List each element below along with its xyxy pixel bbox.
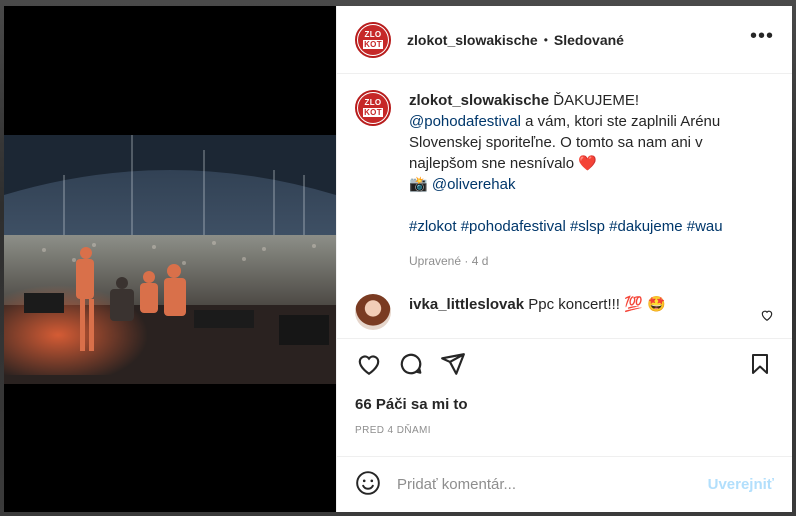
caption-username[interactable]: zlokot_slowakische bbox=[409, 92, 549, 109]
comment-text: ivka_littleslovak Ppc koncert!!! 💯 🤩 bbox=[409, 294, 666, 315]
bookmark-icon[interactable] bbox=[746, 350, 774, 378]
comment-body: Ppc koncert!!! 💯 🤩 bbox=[528, 296, 666, 313]
post-header: ZLO KOT zlokot_slowakische • Sledované •… bbox=[337, 6, 792, 74]
zlokot-logo: ZLO KOT bbox=[358, 24, 388, 55]
comment-icon[interactable] bbox=[397, 350, 425, 378]
separator-dot: • bbox=[543, 32, 548, 47]
share-icon[interactable] bbox=[439, 350, 467, 378]
caption: ZLO KOT zlokot_slowakische ĎAKUJEME! @po… bbox=[355, 90, 774, 272]
caption-text: zlokot_slowakische ĎAKUJEME! @pohodafest… bbox=[409, 90, 769, 272]
red-heart-emoji: ❤️ bbox=[578, 155, 597, 172]
camera-emoji: 📸 bbox=[409, 176, 428, 193]
likes-count[interactable]: 66 Páči sa mi to bbox=[337, 388, 792, 413]
hashtag-dakujeme[interactable]: #dakujeme bbox=[609, 218, 682, 235]
smiley-icon[interactable] bbox=[355, 470, 381, 499]
commenter-avatar[interactable] bbox=[355, 294, 391, 330]
comment-input[interactable] bbox=[397, 476, 708, 493]
post-modal: ZLO KOT zlokot_slowakische • Sledované •… bbox=[4, 6, 792, 512]
comments-list[interactable]: ZLO KOT zlokot_slowakische ĎAKUJEME! @po… bbox=[337, 74, 792, 338]
following-button[interactable]: Sledované bbox=[554, 32, 624, 48]
post-sidebar: ZLO KOT zlokot_slowakische • Sledované •… bbox=[336, 6, 792, 512]
zlokot-logo: ZLO KOT bbox=[358, 93, 388, 123]
author-username[interactable]: zlokot_slowakische bbox=[407, 32, 538, 48]
post-comment-button[interactable]: Uverejniť bbox=[708, 476, 774, 493]
heart-icon[interactable] bbox=[355, 350, 383, 378]
caption-meta: Upravené · 4 d bbox=[409, 254, 489, 268]
hashtag-wau[interactable]: #wau bbox=[687, 218, 723, 235]
comment-item: ivka_littleslovak Ppc koncert!!! 💯 🤩 bbox=[355, 294, 774, 330]
action-bar bbox=[337, 338, 792, 388]
more-icon[interactable]: ••• bbox=[750, 26, 774, 49]
mention-oliverehak[interactable]: @oliverehak bbox=[432, 176, 516, 193]
hashtag-pohodafestival[interactable]: #pohodafestival bbox=[461, 218, 566, 235]
caption-lead: ĎAKUJEME! bbox=[553, 92, 640, 109]
comment-username[interactable]: ivka_littleslovak bbox=[409, 296, 524, 313]
post-photo[interactable] bbox=[4, 135, 336, 384]
hashtag-zlokot[interactable]: #zlokot bbox=[409, 218, 457, 235]
author-avatar[interactable]: ZLO KOT bbox=[355, 21, 391, 58]
mention-pohodafestival[interactable]: @pohodafestival bbox=[409, 113, 521, 130]
comment-like-heart-icon[interactable] bbox=[760, 308, 774, 325]
caption-avatar[interactable]: ZLO KOT bbox=[355, 90, 391, 126]
add-comment-bar: Uverejniť bbox=[337, 456, 792, 512]
hashtag-slsp[interactable]: #slsp bbox=[570, 218, 605, 235]
media-panel bbox=[4, 6, 336, 512]
post-timestamp[interactable]: PRED 4 DŇAMI bbox=[337, 413, 792, 456]
